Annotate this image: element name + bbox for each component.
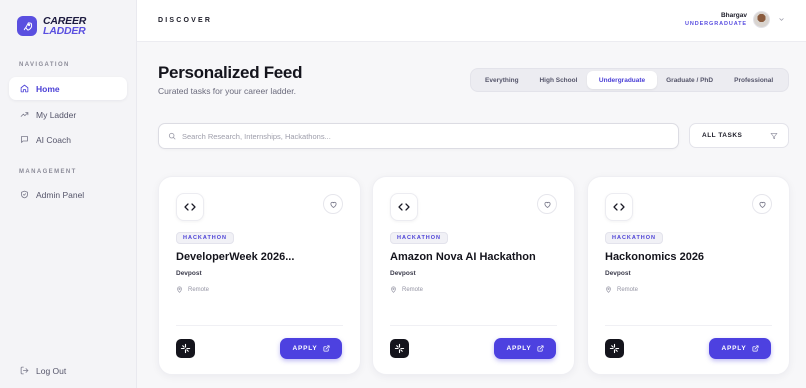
sidebar-item-admin-panel[interactable]: Admin Panel [9,183,127,206]
shield-icon [21,190,28,199]
divider [390,325,557,326]
sidebar: CAREER LADDER NAVIGATION Home My Ladder … [0,0,137,388]
category-badge: HACKATHON [176,232,235,244]
user-role: UNDERGRADUATE [684,21,747,27]
brand-name: CAREER LADDER [43,15,87,37]
tab-professional[interactable]: Professional [722,71,785,89]
filter-label: ALL TASKS [702,132,743,139]
navigation-heading: NAVIGATION [19,62,70,68]
card-location: Remote [176,286,209,293]
search-bar[interactable] [158,123,679,149]
external-link-icon [537,345,544,352]
heart-icon[interactable] [752,194,772,214]
heart-icon[interactable] [323,194,343,214]
location-pin-icon [391,286,396,293]
external-link-icon [323,345,330,352]
user-name: Bhargav [720,12,747,19]
apply-button[interactable]: APPLY [494,338,556,359]
search-input[interactable] [182,131,662,141]
card-title: Hackonomics 2026 [605,251,705,263]
external-link-icon [752,345,759,352]
logout-label: Log Out [36,365,67,376]
avatar[interactable] [753,11,770,28]
devpost-logo-icon [176,339,195,358]
search-icon [168,132,176,140]
location-pin-icon [606,286,611,293]
sidebar-item-label: AI Coach [36,134,71,145]
opportunity-card[interactable]: HACKATHON DeveloperWeek 2026... Devpost … [158,176,361,375]
card-organization: Devpost [176,270,202,277]
logout-icon [20,366,29,375]
page-subtitle: Curated tasks for your career ladder. [158,86,296,96]
home-icon [20,84,29,93]
sidebar-item-label: Admin Panel [36,189,85,200]
page-title: Personalized Feed [158,63,303,82]
rocket-icon [17,16,37,36]
apply-button[interactable]: APPLY [280,338,342,359]
opportunity-card[interactable]: HACKATHON Hackonomics 2026 Devpost Remot… [587,176,790,375]
code-icon [605,193,633,221]
user-menu[interactable]: Bhargav UNDERGRADUATE [685,11,785,28]
heart-icon[interactable] [537,194,557,214]
chevron-down-icon[interactable] [778,16,785,23]
task-filter[interactable]: ALL TASKS [689,123,789,148]
location-pin-icon [177,286,182,293]
management-heading: MANAGEMENT [19,169,77,175]
divider [605,325,772,326]
logout-button[interactable]: Log Out [9,359,127,382]
code-icon [176,193,204,221]
top-bar: DISCOVER Bhargav UNDERGRADUATE [137,0,806,42]
card-organization: Devpost [605,270,631,277]
filter-icon [770,132,778,139]
category-badge: HACKATHON [605,232,664,244]
tab-high-school[interactable]: High School [530,71,588,89]
sidebar-item-home[interactable]: Home [9,77,127,100]
chat-icon [21,136,28,143]
level-tabs: Everything High School Undergraduate Gra… [470,68,789,92]
card-location: Remote [605,286,638,293]
opportunity-card[interactable]: HACKATHON Amazon Nova AI Hackathon Devpo… [372,176,575,375]
trending-up-icon [20,112,29,117]
apply-button[interactable]: APPLY [709,338,771,359]
sidebar-item-label: Home [36,83,60,94]
sidebar-item-ai-coach[interactable]: AI Coach [9,128,127,151]
divider [176,325,343,326]
sidebar-item-my-ladder[interactable]: My Ladder [9,103,127,126]
sidebar-item-label: My Ladder [36,109,77,120]
card-title: DeveloperWeek 2026... [176,251,295,263]
card-organization: Devpost [390,270,416,277]
tab-everything[interactable]: Everything [474,71,530,89]
section-title: DISCOVER [158,17,213,24]
card-location: Remote [390,286,423,293]
code-icon [390,193,418,221]
logo[interactable]: CAREER LADDER [17,16,86,36]
devpost-logo-icon [390,339,409,358]
card-title: Amazon Nova AI Hackathon [390,251,536,263]
category-badge: HACKATHON [390,232,449,244]
tab-undergraduate[interactable]: Undergraduate [587,71,657,89]
devpost-logo-icon [605,339,624,358]
tab-graduate-phd[interactable]: Graduate / PhD [657,71,723,89]
